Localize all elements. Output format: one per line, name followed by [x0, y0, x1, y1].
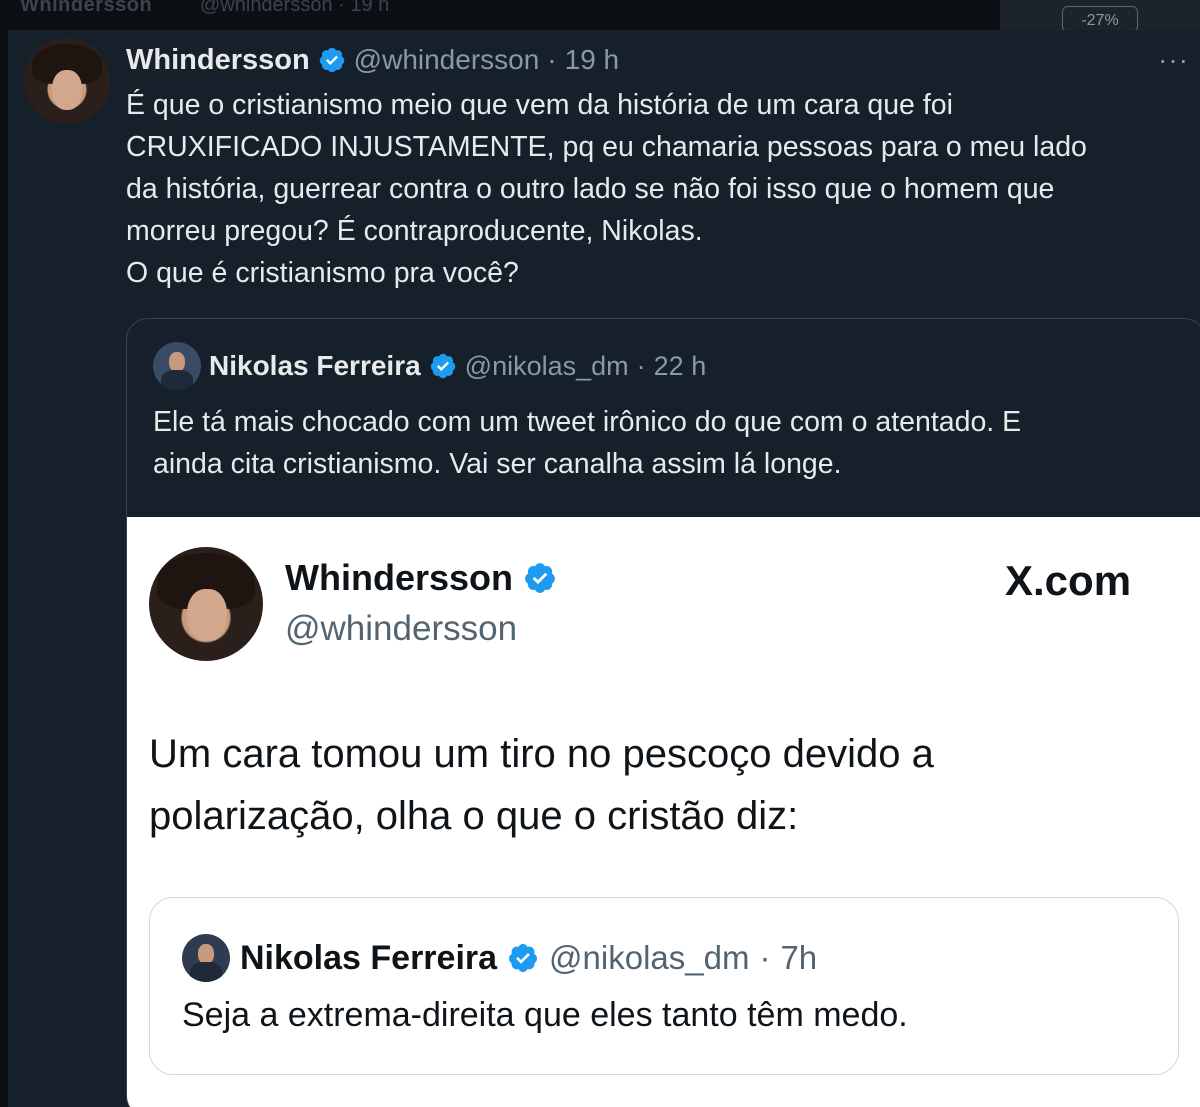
- inner-quote-header: Nikolas Ferreira @nikolas_dm · 7h: [182, 934, 817, 982]
- verified-badge-icon: [509, 944, 538, 972]
- screenshot-inner-quote: Nikolas Ferreira @nikolas_dm · 7h Seja a…: [149, 897, 1179, 1075]
- screenshot-avatar: [149, 547, 263, 661]
- attached-image[interactable]: Whindersson @whindersson X.com Um cara t…: [127, 517, 1200, 1107]
- quoted-avatar-body: [161, 370, 193, 390]
- inner-quote-avatar: [182, 934, 230, 982]
- ghost-name: Whindersson: [20, 0, 153, 16]
- tweet-line: da história, guerrear contra o outro lad…: [126, 173, 1055, 205]
- inner-avatar-body: [190, 962, 222, 982]
- screenshot-line: polarização, olha o que o cristão diz:: [149, 794, 799, 838]
- quoted-author-name: Nikolas Ferreira: [209, 350, 421, 381]
- verified-badge-icon: [319, 47, 344, 73]
- tweet-header: Whindersson @whindersson · 19 h: [126, 42, 619, 78]
- separator-dot: ·: [759, 939, 771, 976]
- quoted-tweet-card[interactable]: Nikolas Ferreira @nikolas_dm · 22 h Ele …: [126, 318, 1200, 1107]
- ghost-handle: @whindersson · 19 h: [200, 0, 390, 16]
- tweet-line: CRUXIFICADO INJUSTAMENTE, pq eu chamaria…: [126, 131, 1087, 163]
- screenshot-line: Um cara tomou um tiro no pescoço devido …: [149, 732, 934, 776]
- timestamp[interactable]: 19 h: [565, 44, 620, 76]
- author-name[interactable]: Whindersson: [126, 44, 310, 77]
- background-ghost-header: Whindersson @whindersson · 19 h -27%: [0, 0, 1200, 32]
- ghost-pill: -27%: [1062, 6, 1138, 32]
- inner-quote-time: 7h: [780, 939, 818, 976]
- screenshot-author-name: Whindersson: [285, 557, 514, 598]
- quoted-author-handle: @nikolas_dm: [464, 350, 629, 381]
- avatar[interactable]: [24, 38, 110, 124]
- screenshot-author-handle: @whindersson: [285, 609, 518, 648]
- avatar-face: [52, 70, 82, 110]
- screenshot-tweet-text: Um cara tomou um tiro no pescoço devido …: [149, 723, 1169, 847]
- tweet-text: É que o cristianismo meio que vem da his…: [126, 84, 1176, 294]
- inner-avatar-face: [198, 944, 214, 964]
- quoted-tweet-text: Ele tá mais chocado com um tweet irônico…: [153, 401, 1183, 485]
- quoted-avatar-face: [169, 352, 185, 372]
- quoted-line: ainda cita cristianismo. Vai ser canalha…: [153, 448, 842, 480]
- separator-dot: ·: [547, 44, 557, 75]
- inner-quote-author-name: Nikolas Ferreira: [240, 938, 498, 977]
- tweet-line: morreu pregou? É contraproducente, Nikol…: [126, 215, 703, 247]
- left-edge: [0, 30, 8, 1107]
- author-handle[interactable]: @whindersson: [354, 44, 540, 76]
- tweet-line: É que o cristianismo meio que vem da his…: [126, 89, 953, 121]
- quoted-tweet-header: Nikolas Ferreira @nikolas_dm · 22 h: [153, 341, 706, 391]
- verified-badge-icon: [525, 563, 555, 593]
- quoted-timestamp: 22 h: [653, 350, 707, 381]
- quoted-line: Ele tá mais chocado com um tweet irônico…: [153, 406, 1022, 438]
- more-options-icon[interactable]: ···: [1158, 44, 1189, 76]
- screenshot-avatar-face: [187, 589, 227, 641]
- inner-quote-handle: @nikolas_dm: [549, 939, 750, 976]
- separator-dot: ·: [636, 350, 646, 381]
- x-logo: X.com: [1005, 557, 1132, 604]
- quoted-avatar: [153, 342, 201, 390]
- screenshot-name-row: Whindersson: [285, 557, 557, 599]
- verified-badge-icon: [430, 353, 455, 379]
- inner-quote-text: Seja a extrema-direita que eles tanto tê…: [182, 996, 908, 1034]
- tweet-line: O que é cristianismo pra você?: [126, 257, 519, 289]
